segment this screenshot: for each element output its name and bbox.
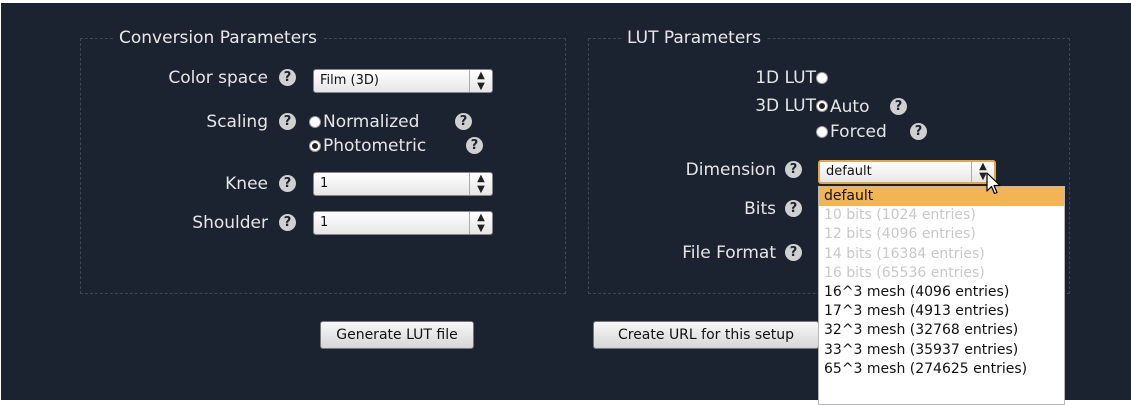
file-format-help-icon[interactable]: ? <box>785 244 802 261</box>
create-url-button[interactable]: Create URL for this setup <box>593 321 819 349</box>
forced-help-icon[interactable]: ? <box>910 123 927 140</box>
up-down-arrows-icon: ▲ ▼ <box>469 173 492 195</box>
scaling-normalized-radio[interactable] <box>309 116 321 128</box>
knee-help-icon[interactable]: ? <box>279 175 296 192</box>
lut-3d-label: 3D LUT <box>755 96 816 116</box>
bits-help-icon[interactable]: ? <box>785 200 802 217</box>
color-space-select[interactable]: Film (3D) ▲ ▼ <box>313 69 493 93</box>
dimension-option[interactable]: 17^3 mesh (4913 entries) <box>819 302 1064 321</box>
dimension-label: Dimension <box>685 160 776 180</box>
dimension-option[interactable]: 16^3 mesh (4096 entries) <box>819 283 1064 302</box>
dimension-option[interactable]: 33^3 mesh (35937 entries) <box>819 341 1064 360</box>
dimension-option: 16 bits (65536 entries) <box>824 264 985 281</box>
dimension-option: 10 bits (1024 entries) <box>824 207 976 224</box>
shoulder-help-icon[interactable]: ? <box>279 214 296 231</box>
knee-label: Knee <box>225 174 268 194</box>
color-space-label: Color space <box>168 68 268 88</box>
dimension-option: 14 bits (16384 entries) <box>824 245 985 262</box>
color-space-help-icon[interactable]: ? <box>279 69 296 86</box>
color-space-select-value: Film (3D) <box>320 73 379 88</box>
conversion-parameters-legend: Conversion Parameters <box>119 28 318 48</box>
frame-left-edge <box>0 0 1 405</box>
shoulder-select[interactable]: 1 ▲ ▼ <box>313 211 493 235</box>
dimension-select[interactable]: default ▲ ▼ <box>818 160 996 184</box>
photometric-help-icon[interactable]: ? <box>466 137 483 154</box>
up-down-arrows-icon: ▲ ▼ <box>469 212 492 234</box>
lut-3d-forced-radio[interactable] <box>816 126 828 138</box>
dimension-option[interactable]: 65^3 mesh (274625 entries) <box>819 360 1064 379</box>
lut-3d-auto-label: Auto <box>830 97 870 117</box>
scaling-photometric-label: Photometric <box>323 136 427 156</box>
knee-select[interactable]: 1 ▲ ▼ <box>313 172 493 196</box>
shoulder-label: Shoulder <box>192 213 268 233</box>
scaling-normalized-label: Normalized <box>323 112 420 132</box>
auto-help-icon[interactable]: ? <box>890 98 907 115</box>
normalized-help-icon[interactable]: ? <box>455 113 472 130</box>
shoulder-select-value: 1 <box>320 215 329 230</box>
mouse-pointer-icon <box>986 172 1001 195</box>
dimension-select-value: default <box>826 164 872 179</box>
file-format-label: File Format <box>682 243 776 263</box>
bits-label: Bits <box>744 199 776 219</box>
lut-1d-radio[interactable] <box>816 72 828 84</box>
scaling-help-icon[interactable]: ? <box>279 113 296 130</box>
dimension-dropdown-list[interactable]: default 10 bits (1024 entries) 12 bits (40… <box>818 186 1065 405</box>
lut-3d-radio[interactable] <box>816 100 828 112</box>
generate-lut-file-button[interactable]: Generate LUT file <box>320 321 474 349</box>
knee-select-value: 1 <box>320 176 329 191</box>
dimension-option[interactable]: 32^3 mesh (32768 entries) <box>819 321 1064 340</box>
dimension-help-icon[interactable]: ? <box>785 161 802 178</box>
lut-3d-forced-label: Forced <box>830 122 887 142</box>
dimension-option: 12 bits (4096 entries) <box>824 226 976 243</box>
conversion-parameters-panel: Conversion Parameters <box>80 28 566 294</box>
scaling-label: Scaling <box>206 112 268 132</box>
lut-parameters-legend: LUT Parameters <box>627 28 762 48</box>
lut-1d-label: 1D LUT <box>755 68 816 88</box>
scaling-photometric-radio[interactable] <box>309 140 321 152</box>
frame-top-edge <box>0 0 1131 3</box>
up-down-arrows-icon: ▲ ▼ <box>469 70 492 92</box>
dimension-option[interactable]: default <box>819 187 1064 207</box>
